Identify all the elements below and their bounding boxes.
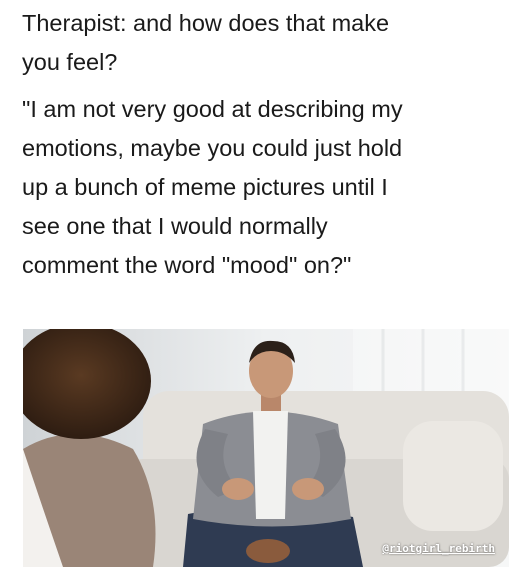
quote-line-2: emotions, maybe you could just hold <box>22 135 403 161</box>
therapist-hand <box>246 539 290 563</box>
meme-caption: Therapist: and how does that make you fe… <box>22 4 522 285</box>
quote-line-5: comment the word "mood" on?" <box>22 252 352 278</box>
caption-line-2: you feel? <box>22 49 118 75</box>
caption-line-1: Therapist: and how does that make <box>22 10 390 36</box>
quote-line-4: see one that I would normally <box>22 213 328 239</box>
photo-illustration <box>23 329 509 567</box>
man-right-hand <box>292 478 324 500</box>
watermark: @riotgirl_rebirth <box>382 542 495 555</box>
quote-line-1: "I am not very good at describing my <box>22 96 403 122</box>
quote-block: "I am not very good at describing my emo… <box>22 90 522 285</box>
quote-line-3: up a bunch of meme pictures until I <box>22 174 388 200</box>
man-left-hand <box>222 478 254 500</box>
therapy-session-photo: @riotgirl_rebirth <box>23 329 509 567</box>
